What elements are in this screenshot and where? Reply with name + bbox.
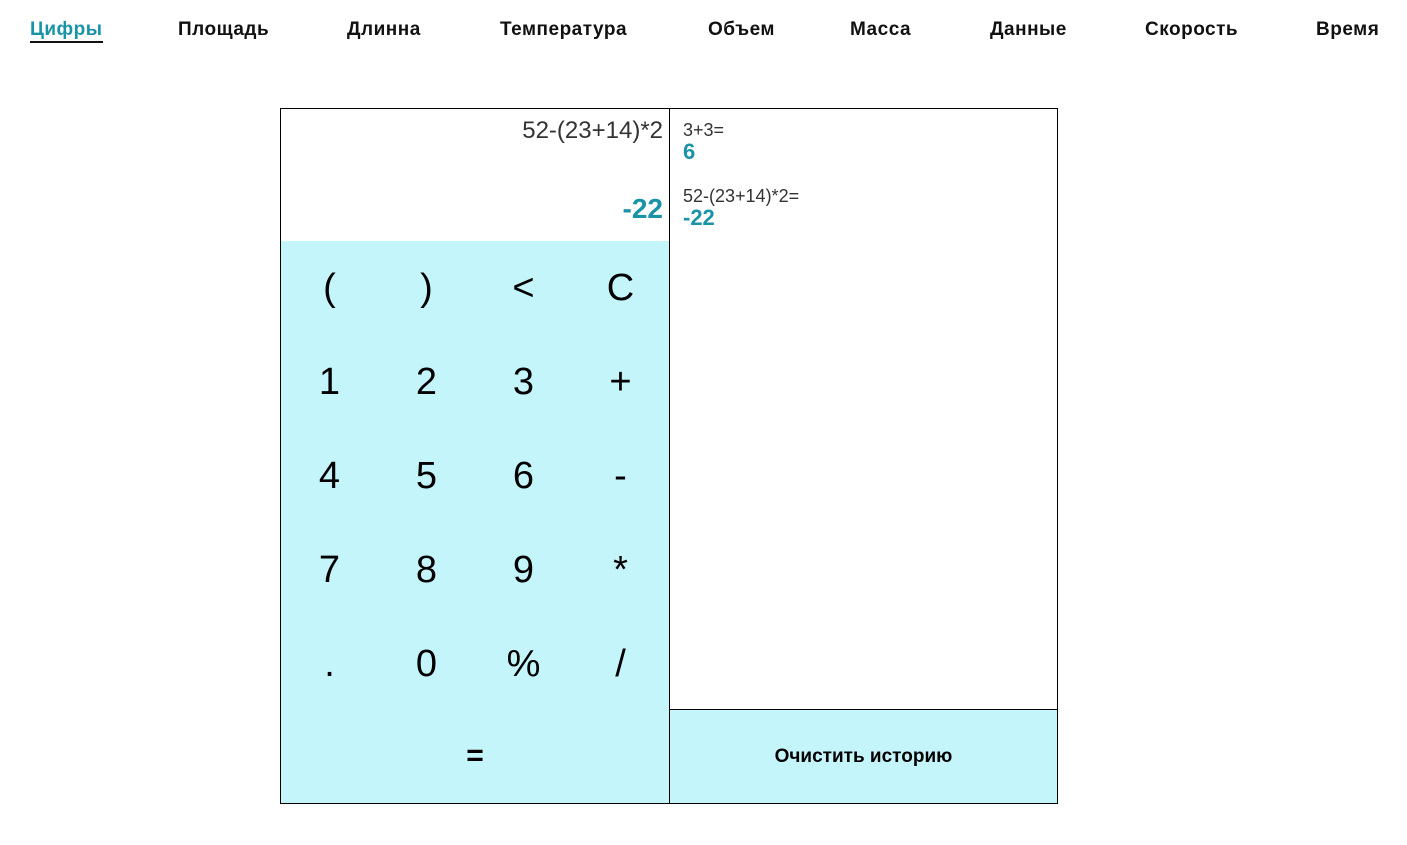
key-7[interactable]: 7 xyxy=(281,523,378,617)
key-close-paren[interactable]: ) xyxy=(378,241,475,335)
nav-tab-mass[interactable]: Масса xyxy=(850,19,911,41)
key-8[interactable]: 8 xyxy=(378,523,475,617)
nav-tab-area[interactable]: Площадь xyxy=(178,19,269,41)
key-multiply[interactable]: * xyxy=(572,523,669,617)
keypad: ( ) < C 1 2 3 + 4 5 6 - 7 8 9 * . 0 % / … xyxy=(281,241,669,803)
nav-tab-speed[interactable]: Скорость xyxy=(1145,19,1238,41)
history-panel: 3+3= 6 52-(23+14)*2= -22 Очистить истори… xyxy=(670,109,1057,803)
nav-tab-data[interactable]: Данные xyxy=(990,19,1067,41)
key-plus[interactable]: + xyxy=(572,335,669,429)
history-entry[interactable]: 3+3= 6 xyxy=(683,120,724,164)
nav-tab-length[interactable]: Длинна xyxy=(347,19,421,41)
result-display: -22 xyxy=(622,193,663,224)
history-result: -22 xyxy=(683,205,715,230)
key-backspace[interactable]: < xyxy=(475,241,572,335)
key-open-paren[interactable]: ( xyxy=(281,241,378,335)
key-6[interactable]: 6 xyxy=(475,429,572,523)
calculator-panel: 52-(23+14)*2 -22 ( ) < C 1 2 3 + 4 5 6 -… xyxy=(281,109,670,803)
key-minus[interactable]: - xyxy=(572,429,669,523)
clear-history-button[interactable]: Очистить историю xyxy=(670,710,1057,803)
key-percent[interactable]: % xyxy=(475,617,572,711)
key-1[interactable]: 1 xyxy=(281,335,378,429)
key-4[interactable]: 4 xyxy=(281,429,378,523)
calculator: 52-(23+14)*2 -22 ( ) < C 1 2 3 + 4 5 6 -… xyxy=(280,108,1058,804)
key-equals[interactable]: = xyxy=(281,709,669,803)
nav-tab-temperature[interactable]: Температура xyxy=(500,19,627,41)
history-entry[interactable]: 52-(23+14)*2= -22 xyxy=(683,186,799,230)
nav-tab-time[interactable]: Время xyxy=(1316,19,1379,41)
key-9[interactable]: 9 xyxy=(475,523,572,617)
top-navigation: Цифры Площадь Длинна Температура Объем М… xyxy=(0,0,1407,60)
key-3[interactable]: 3 xyxy=(475,335,572,429)
calculator-display: 52-(23+14)*2 -22 xyxy=(281,109,669,241)
key-0[interactable]: 0 xyxy=(378,617,475,711)
nav-tab-numbers[interactable]: Цифры xyxy=(30,19,103,43)
key-clear[interactable]: C xyxy=(572,241,669,335)
history-result: 6 xyxy=(683,139,696,164)
history-expression: 52-(23+14)*2= xyxy=(683,186,800,206)
nav-tab-volume[interactable]: Объем xyxy=(708,19,775,41)
key-2[interactable]: 2 xyxy=(378,335,475,429)
key-decimal[interactable]: . xyxy=(281,617,378,711)
history-list: 3+3= 6 52-(23+14)*2= -22 xyxy=(670,109,1057,710)
expression-display: 52-(23+14)*2 xyxy=(522,117,663,144)
key-5[interactable]: 5 xyxy=(378,429,475,523)
key-divide[interactable]: / xyxy=(572,617,669,711)
history-expression: 3+3= xyxy=(683,120,725,140)
